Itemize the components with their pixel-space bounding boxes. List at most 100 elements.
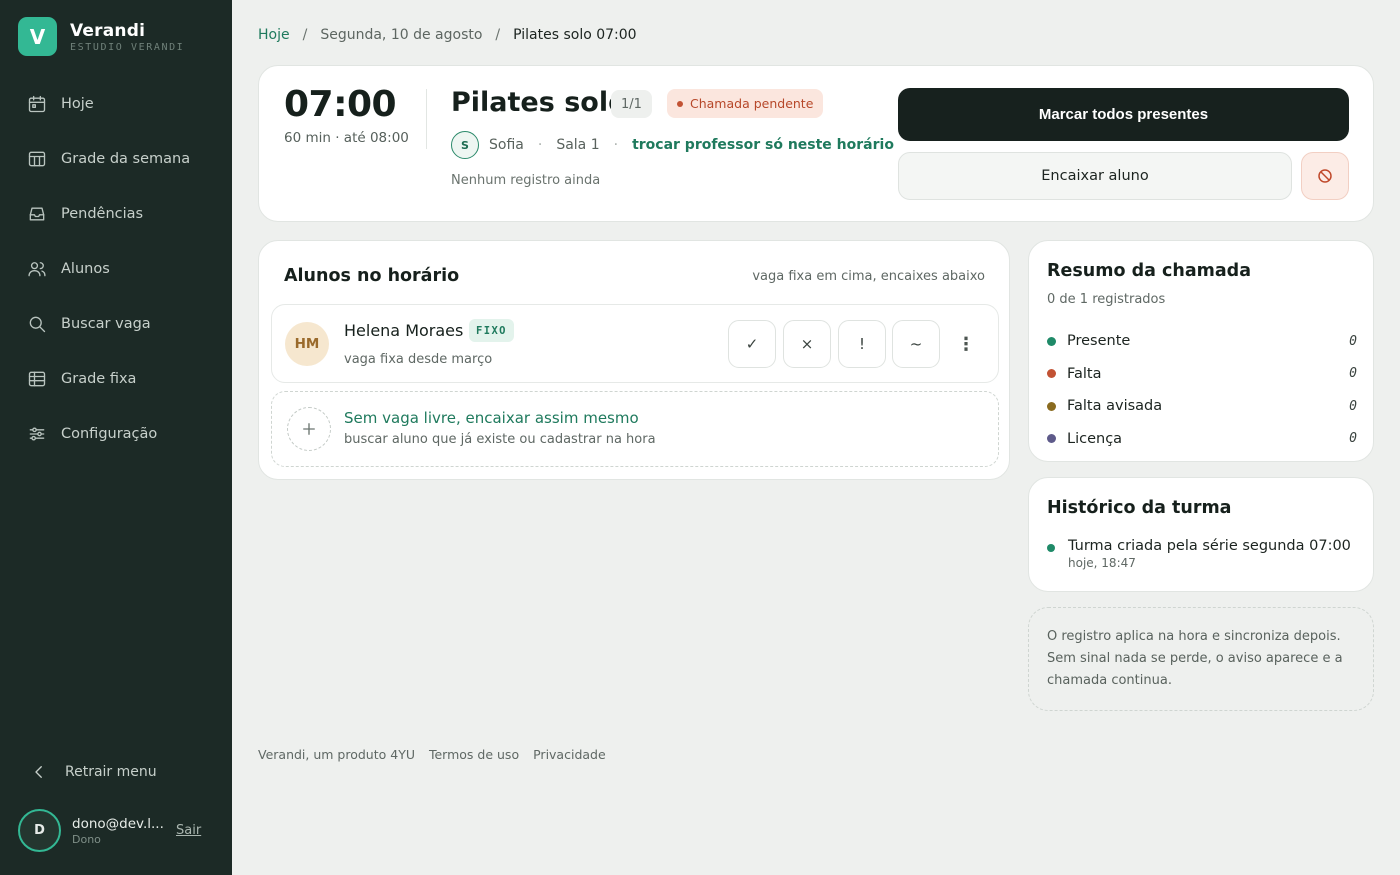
sidebar-item-grade-fixa[interactable]: Grade fixa bbox=[0, 351, 232, 406]
attendance-summary-card: Resumo da chamada 0 de 1 registrados Pre… bbox=[1028, 240, 1374, 462]
history-time: hoje, 18:47 bbox=[1068, 556, 1136, 570]
students-note: vaga fixa em cima, encaixes abaixo bbox=[752, 269, 985, 284]
session-duration: 60 min · até 08:00 bbox=[284, 130, 409, 146]
mark-leave-button[interactable]: ~ bbox=[892, 320, 940, 368]
sidebar-item-alunos[interactable]: Alunos bbox=[0, 241, 232, 296]
info-line: Sem sinal nada se perde, o aviso aparece… bbox=[1047, 651, 1343, 666]
mark-present-button[interactable]: ✓ bbox=[728, 320, 776, 368]
brand[interactable]: V Verandi ESTUDIO VERANDI bbox=[18, 17, 184, 56]
collapse-menu-button[interactable]: Retrair menu bbox=[30, 763, 157, 781]
summary-item-licenca: Licença 0 bbox=[1047, 423, 1357, 456]
history-title: Histórico da turma bbox=[1047, 498, 1232, 518]
sidebar-item-pendencias[interactable]: Pendências bbox=[0, 186, 232, 241]
record-status: Nenhum registro ainda bbox=[451, 173, 601, 188]
user-role: Dono bbox=[72, 832, 101, 846]
more-options-icon[interactable]: ⋮ bbox=[954, 329, 978, 359]
session-header-card: 07:00 60 min · até 08:00 Pilates solo 1/… bbox=[258, 65, 1374, 222]
fixed-badge: FIXO bbox=[469, 319, 514, 342]
add-extra-title: Sem vaga livre, encaixar assim mesmo bbox=[344, 409, 639, 427]
info-line: O registro aplica na hora e sincroniza d… bbox=[1047, 629, 1341, 644]
add-extra-subtitle: buscar aluno que já existe ou cadastrar … bbox=[344, 432, 656, 447]
terms-link[interactable]: Termos de uso bbox=[429, 747, 519, 762]
mark-absent-button[interactable]: × bbox=[783, 320, 831, 368]
breadcrumb-current: Pilates solo 07:00 bbox=[513, 27, 637, 43]
brand-subtitle: ESTUDIO VERANDI bbox=[70, 41, 185, 53]
summary-list: Presente 0 Falta 0 Falta avisada 0 Licen… bbox=[1047, 325, 1357, 455]
meta-separator: · bbox=[537, 137, 543, 153]
plus-icon bbox=[287, 407, 331, 451]
status-dot-icon bbox=[1047, 401, 1056, 411]
summary-count: 0 bbox=[1349, 333, 1357, 349]
logout-link[interactable]: Sair bbox=[176, 823, 201, 838]
room-name: Sala 1 bbox=[556, 137, 600, 153]
sync-info-box: O registro aplica na hora e sincroniza d… bbox=[1028, 607, 1374, 711]
summary-item-falta-avisada: Falta avisada 0 bbox=[1047, 390, 1357, 423]
breadcrumb-separator: / bbox=[302, 27, 308, 43]
session-time: 07:00 bbox=[284, 84, 397, 125]
summary-label: Falta bbox=[1067, 365, 1102, 382]
brand-logo: V bbox=[18, 17, 57, 56]
summary-label: Presente bbox=[1067, 333, 1131, 350]
summary-count: 0 bbox=[1349, 398, 1357, 414]
history-text: Turma criada pela série segunda 07:00 bbox=[1068, 538, 1351, 554]
sidebar-item-label: Buscar vaga bbox=[61, 315, 151, 332]
status-dot-icon bbox=[677, 100, 683, 107]
week-grid-icon bbox=[28, 151, 46, 166]
user-panel: D dono@dev.l... Dono Sair bbox=[18, 809, 218, 852]
summary-label: Licença bbox=[1067, 430, 1123, 447]
page-title: Pilates solo bbox=[451, 87, 627, 118]
summary-item-presente: Presente 0 bbox=[1047, 325, 1357, 358]
mark-all-present-button[interactable]: Marcar todos presentes bbox=[898, 88, 1349, 141]
sidebar: V Verandi ESTUDIO VERANDI Hoje Grade da … bbox=[0, 0, 232, 875]
brand-name: Verandi bbox=[70, 20, 146, 41]
summary-label: Falta avisada bbox=[1067, 398, 1163, 415]
avatar[interactable]: D bbox=[18, 809, 61, 852]
breadcrumb: Hoje / Segunda, 10 de agosto / Pilates s… bbox=[258, 27, 637, 43]
timeline-dot-icon bbox=[1047, 544, 1055, 552]
sidebar-item-grade-semana[interactable]: Grade da semana bbox=[0, 131, 232, 186]
cancel-session-button[interactable] bbox=[1301, 152, 1349, 200]
breadcrumb-date[interactable]: Segunda, 10 de agosto bbox=[320, 27, 482, 43]
sidebar-item-label: Alunos bbox=[61, 260, 110, 277]
sidebar-nav: Hoje Grade da semana Pendências Alunos B… bbox=[0, 76, 232, 461]
sidebar-item-label: Configuração bbox=[61, 425, 158, 442]
students-title: Alunos no horário bbox=[284, 266, 460, 286]
class-history-card: Histórico da turma Turma criada pela sér… bbox=[1028, 477, 1374, 592]
breadcrumb-separator: / bbox=[495, 27, 501, 43]
capacity-badge: 1/1 bbox=[611, 90, 652, 118]
status-dot-icon bbox=[1047, 434, 1056, 444]
collapse-menu-label: Retrair menu bbox=[65, 764, 157, 780]
user-email: dono@dev.l... bbox=[72, 815, 164, 832]
status-dot-icon bbox=[1047, 336, 1056, 346]
teacher-avatar: S bbox=[451, 131, 479, 159]
summary-item-falta: Falta 0 bbox=[1047, 358, 1357, 391]
ban-icon bbox=[1318, 169, 1332, 183]
status-label: Chamada pendente bbox=[690, 96, 814, 111]
sidebar-item-hoje[interactable]: Hoje bbox=[0, 76, 232, 131]
meta-separator: · bbox=[613, 137, 619, 153]
sliders-icon bbox=[29, 427, 45, 440]
privacy-link[interactable]: Privacidade bbox=[533, 747, 606, 762]
info-line: chamada continua. bbox=[1047, 673, 1172, 688]
status-dot-icon bbox=[1047, 369, 1056, 379]
breadcrumb-home-link[interactable]: Hoje bbox=[258, 27, 290, 43]
sidebar-item-label: Grade da semana bbox=[61, 150, 191, 167]
session-meta: S Sofia · Sala 1 · trocar professor só n… bbox=[451, 131, 894, 159]
inbox-icon bbox=[29, 207, 45, 220]
student-name[interactable]: Helena Moraes bbox=[344, 321, 463, 340]
change-teacher-link[interactable]: trocar professor só neste horário bbox=[632, 137, 894, 153]
search-icon bbox=[29, 316, 46, 332]
fit-student-button[interactable]: Encaixar aluno bbox=[898, 152, 1292, 200]
list-item: HM Helena Moraes FIXO vaga fixa desde ma… bbox=[271, 304, 999, 383]
students-card: Alunos no horário vaga fixa em cima, enc… bbox=[258, 240, 1010, 480]
add-extra-student-button[interactable]: Sem vaga livre, encaixar assim mesmo bus… bbox=[271, 391, 999, 467]
sidebar-item-buscar-vaga[interactable]: Buscar vaga bbox=[0, 296, 232, 351]
teacher-name: Sofia bbox=[489, 137, 524, 153]
footer-product: Verandi, um produto 4YU bbox=[258, 747, 415, 762]
sidebar-item-label: Grade fixa bbox=[61, 370, 137, 387]
chevron-left-icon bbox=[35, 766, 42, 778]
summary-title: Resumo da chamada bbox=[1047, 261, 1252, 281]
student-subtitle: vaga fixa desde março bbox=[344, 352, 493, 367]
sidebar-item-configuracao[interactable]: Configuração bbox=[0, 406, 232, 461]
mark-notified-absence-button[interactable]: ! bbox=[838, 320, 886, 368]
